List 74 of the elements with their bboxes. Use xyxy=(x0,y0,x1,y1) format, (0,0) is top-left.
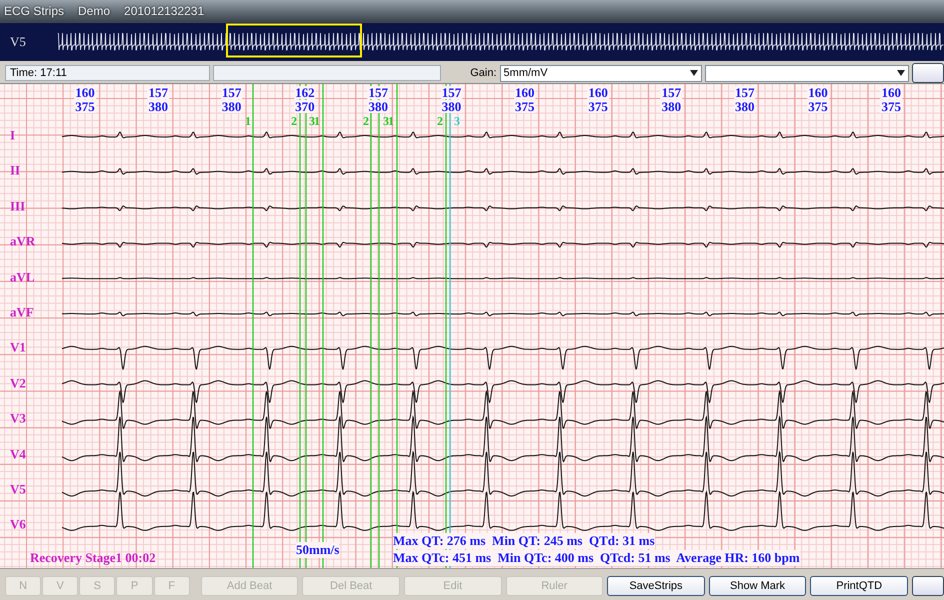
cut-off-button[interactable] xyxy=(912,576,944,596)
marker-label: 1 xyxy=(314,114,320,129)
marker-line[interactable] xyxy=(396,84,398,568)
lead-label: V5 xyxy=(10,481,26,498)
qt-value: 380 xyxy=(220,100,242,113)
qt-value: 370 xyxy=(294,100,316,113)
marker-line[interactable] xyxy=(322,84,324,568)
lead-label: aVL xyxy=(10,269,35,285)
qt-value: 380 xyxy=(734,100,756,113)
marker-label: 3 xyxy=(383,114,389,129)
lead-label: V6 xyxy=(10,516,26,533)
qt-value: 380 xyxy=(148,100,170,113)
heart-rate-value: 157 xyxy=(367,86,389,99)
selection-window[interactable] xyxy=(226,24,362,58)
window-title: ECG Strips xyxy=(4,4,64,18)
marker-line[interactable] xyxy=(378,84,380,568)
qt-value: 380 xyxy=(660,100,682,113)
mode-label: Demo xyxy=(78,4,110,18)
marker-line[interactable] xyxy=(305,84,307,568)
qt-value: 380 xyxy=(440,100,462,113)
cut-off-button[interactable] xyxy=(912,63,944,83)
marker-label: 2 xyxy=(363,114,369,129)
lead-label: II xyxy=(10,162,20,179)
lead-label: V2 xyxy=(10,375,26,392)
qt-value: 375 xyxy=(807,100,829,113)
paper-speed: 50mm/s xyxy=(296,542,340,558)
toolbar-button[interactable]: PrintQTD xyxy=(810,576,908,596)
heart-rate-value: 157 xyxy=(734,86,756,99)
heart-rate-value: 157 xyxy=(148,86,170,99)
toolbar-button[interactable]: Show Mark xyxy=(708,576,806,596)
heart-rate-value: 160 xyxy=(587,86,609,99)
heart-rate-value: 160 xyxy=(807,86,829,99)
lead-label: I xyxy=(10,127,16,144)
heart-rate-value: 157 xyxy=(440,86,462,99)
lead-label: V1 xyxy=(10,340,26,356)
qt-value: 375 xyxy=(74,100,96,113)
qt-summary: Max QT: 276 ms Min QT: 245 ms QTd: 31 ms xyxy=(393,533,655,549)
heart-rate-value: 160 xyxy=(880,86,902,99)
marker-line[interactable] xyxy=(299,84,301,568)
heart-rate-value: 162 xyxy=(294,86,316,99)
lead-label: aVF xyxy=(10,304,34,320)
marker-line[interactable] xyxy=(445,84,447,568)
gain-dropdown[interactable]: 5mm/mV xyxy=(500,64,702,82)
gain-label: Gain: xyxy=(470,67,497,79)
heart-rate-value: 157 xyxy=(660,86,682,99)
marker-line[interactable] xyxy=(252,84,254,568)
marker-label: 3 xyxy=(309,114,315,129)
qtc-summary: Max QTc: 451 ms Min QTc: 400 ms QTcd: 51 ms Average HR: 160 bpm xyxy=(393,550,800,566)
marker-label: 3 xyxy=(454,114,460,129)
lead-label: V3 xyxy=(10,410,26,427)
overview-strip[interactable]: V5 xyxy=(0,22,944,61)
heart-rate-value: 157 xyxy=(220,86,242,99)
lead-label: V5 xyxy=(9,34,27,50)
dropdown-arrow-icon xyxy=(690,70,698,76)
marker-line[interactable] xyxy=(449,84,451,568)
stage-label: Recovery Stage1 00:02 xyxy=(30,550,156,566)
dropdown-arrow-icon xyxy=(897,70,905,76)
marker-label: 1 xyxy=(388,114,394,129)
heart-rate-value: 160 xyxy=(514,86,536,99)
qt-value: 380 xyxy=(367,100,389,113)
marker-label: 1 xyxy=(245,114,251,129)
lead-label: III xyxy=(10,198,26,214)
heart-rate-value: 160 xyxy=(74,86,96,99)
qt-value: 375 xyxy=(880,100,902,113)
record-id: 201012132231 xyxy=(124,4,204,18)
marker-label: 2 xyxy=(437,114,443,129)
lead-label: aVR xyxy=(10,234,36,250)
lead-label: V4 xyxy=(10,446,26,462)
marker-label: 2 xyxy=(291,114,297,129)
toolbar-button[interactable]: SaveStrips xyxy=(607,576,705,596)
qt-value: 375 xyxy=(514,100,536,113)
qt-value: 375 xyxy=(587,100,609,113)
time-field: Time: 17:11 xyxy=(5,65,210,81)
marker-line[interactable] xyxy=(370,84,372,568)
